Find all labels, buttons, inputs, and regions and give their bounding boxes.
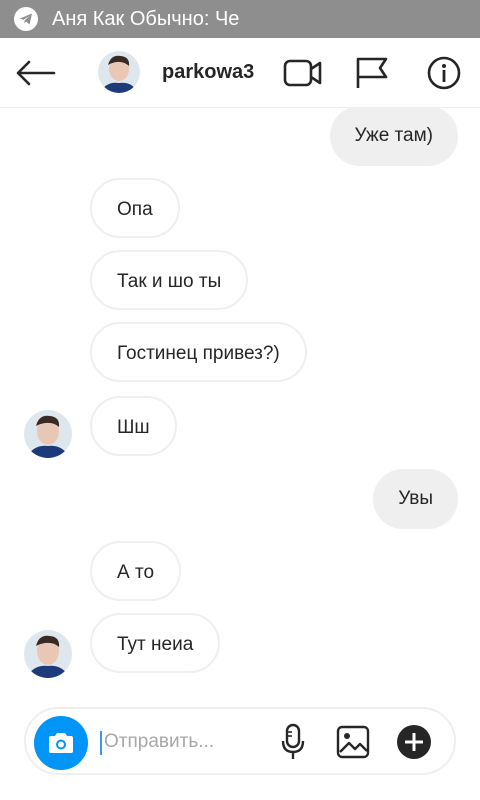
back-arrow-icon[interactable] [16,57,56,89]
message-bubble-incoming[interactable]: А то [90,541,182,601]
telegram-icon [14,7,38,31]
status-bar: Аня Как Обычно: Че [0,0,480,38]
avatar[interactable] [24,630,72,678]
camera-icon[interactable] [34,716,88,770]
video-call-icon[interactable] [283,58,323,88]
message-bubble-incoming[interactable]: Тут неиа [90,613,221,673]
flag-icon[interactable] [354,56,390,90]
chat-username[interactable]: parkowa3 [162,61,254,84]
chat-header: parkowa3 [0,38,480,108]
message-bubble-incoming[interactable]: Гостинец привез?) [90,322,307,382]
text-cursor [100,731,102,755]
message-input[interactable] [104,725,264,759]
notification-text: Аня Как Обычно: Че [52,7,240,30]
message-composer [24,707,456,775]
message-bubble-outgoing[interactable]: Уже там) [329,108,458,166]
avatar[interactable] [24,410,72,458]
plus-icon[interactable] [396,724,432,760]
message-thread[interactable]: Уже там) Опа Так и шо ты Гостинец привез… [0,108,480,688]
avatar[interactable] [98,51,140,93]
info-icon[interactable] [427,56,461,90]
message-bubble-incoming[interactable]: Опа [90,178,180,238]
message-bubble-outgoing[interactable]: Увы [373,469,458,529]
gallery-icon[interactable] [336,725,370,759]
message-bubble-incoming[interactable]: Так и шо ты [90,250,249,310]
microphone-icon[interactable] [278,723,308,761]
message-bubble-incoming[interactable]: Шш [90,396,177,456]
